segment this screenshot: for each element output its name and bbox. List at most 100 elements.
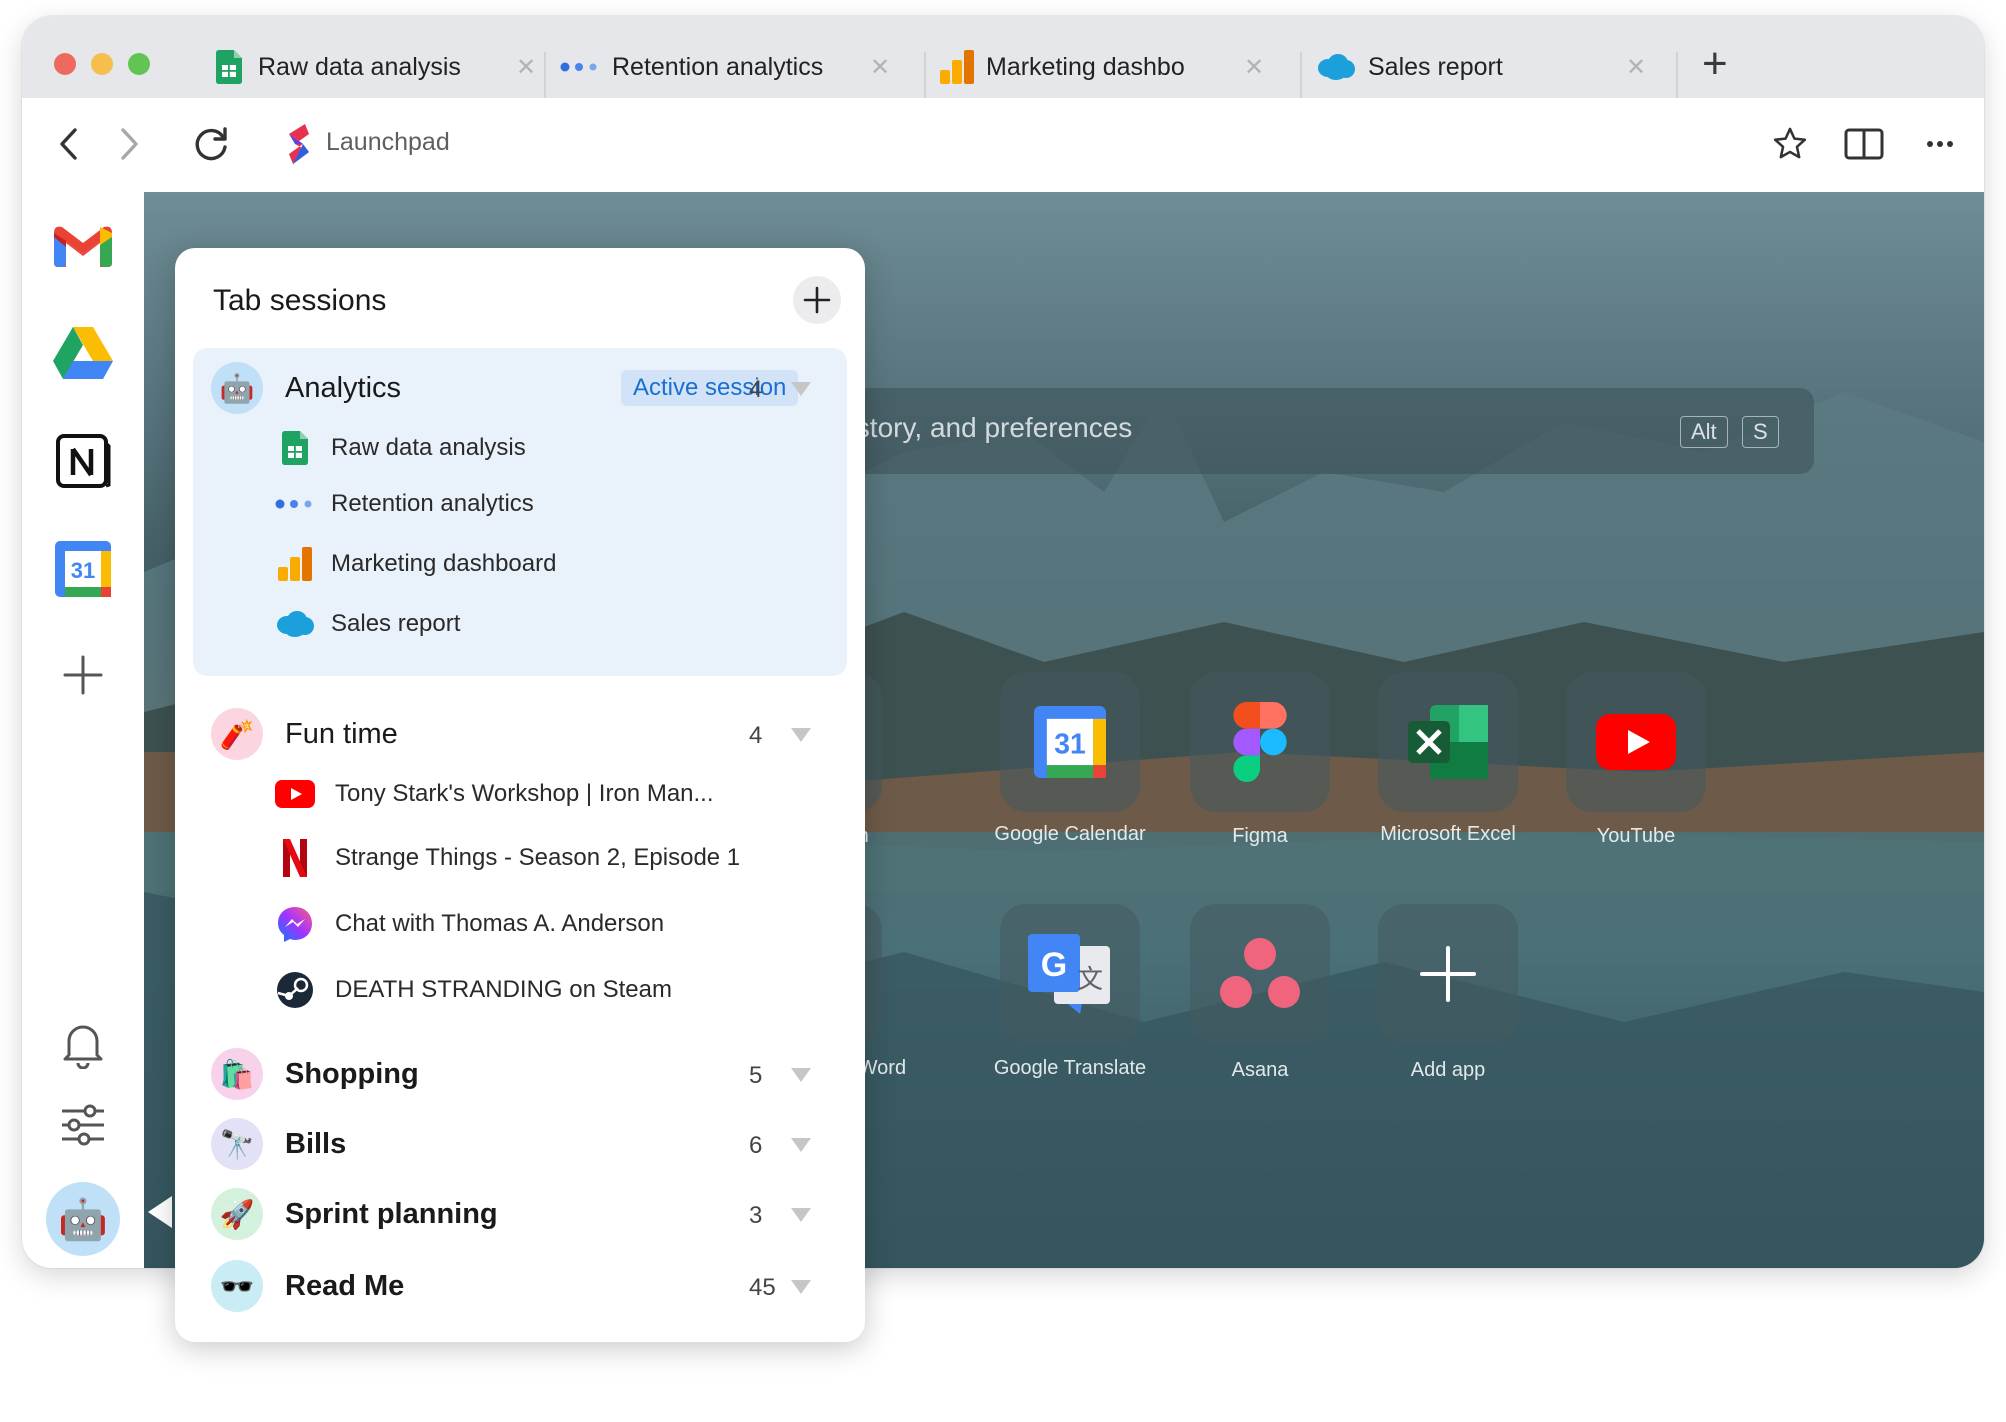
app-tile-asana[interactable]	[1190, 904, 1330, 1044]
chevron-down-icon[interactable]	[791, 728, 811, 742]
close-window-button[interactable]	[54, 53, 76, 75]
session-avatar: 🧨	[211, 708, 263, 760]
sidebar-app-google-calendar[interactable]: 31	[50, 536, 116, 602]
add-app-button[interactable]	[50, 642, 116, 708]
tab-item-label: Sales report	[331, 610, 461, 637]
google-drive-icon	[53, 327, 113, 379]
close-icon[interactable]: ✕	[870, 53, 890, 82]
chevron-down-icon[interactable]	[791, 382, 811, 396]
session-fun-time[interactable]: 🧨 Fun time 4	[211, 708, 831, 762]
chevron-down-icon[interactable]	[791, 1138, 811, 1152]
session-analytics[interactable]: 🤖 Analytics Active session 4	[211, 362, 831, 416]
dots-icon	[560, 50, 600, 84]
sidebar-app-notion[interactable]	[50, 428, 116, 494]
tab-item-label: Chat with Thomas A. Anderson	[335, 910, 665, 937]
minimize-window-button[interactable]	[91, 53, 113, 75]
session-count: 4	[749, 376, 763, 403]
session-tab-item[interactable]: Sales report	[275, 604, 460, 644]
session-shopping[interactable]: 🛍️ Shopping 5	[211, 1048, 831, 1102]
panel-title: Tab sessions	[213, 284, 387, 317]
tab-strip: Raw data analysis ✕ Retention analytics …	[22, 16, 1984, 100]
tab-item-label: Retention analytics	[331, 490, 534, 517]
settings-sliders-icon[interactable]	[50, 1092, 116, 1158]
session-tab-item[interactable]: Raw data analysis	[275, 428, 526, 468]
svg-text:31: 31	[71, 558, 95, 583]
maximize-window-button[interactable]	[128, 53, 150, 75]
tab-sessions-panel: Tab sessions 🤖 Analytics Active session …	[175, 248, 865, 1342]
steam-icon	[275, 970, 315, 1010]
session-tab-item[interactable]: Tony Stark's Workshop | Iron Man...	[275, 774, 714, 814]
chevron-down-icon[interactable]	[791, 1280, 811, 1294]
add-session-button[interactable]	[793, 276, 841, 324]
google-calendar-icon: 31	[1034, 706, 1106, 778]
profile-avatar[interactable]: 🤖	[46, 1182, 120, 1256]
app-tile-add-app[interactable]	[1378, 904, 1518, 1044]
session-tab-item[interactable]: Marketing dashboard	[275, 544, 556, 584]
session-avatar: 🕶️	[211, 1260, 263, 1312]
sidebar-app-gmail[interactable]	[50, 212, 116, 278]
tab-marketing-dashboard[interactable]: Marketing dashbo ✕	[940, 36, 1264, 98]
session-tab-item[interactable]: Chat with Thomas A. Anderson	[275, 904, 664, 944]
session-name: Fun time	[285, 718, 398, 750]
youtube-icon	[275, 774, 315, 814]
sidebar-app-google-drive[interactable]	[50, 320, 116, 386]
more-icon[interactable]	[1918, 122, 1962, 166]
back-icon[interactable]	[48, 124, 88, 164]
chevron-down-icon[interactable]	[791, 1068, 811, 1082]
app-label: Microsoft Excel	[1380, 823, 1516, 845]
app-label: Google Calendar	[994, 823, 1146, 845]
salesforce-icon	[275, 604, 315, 644]
tab-item-label: Raw data analysis	[331, 434, 526, 461]
tab-label: Retention analytics	[612, 52, 824, 81]
reload-icon[interactable]	[188, 122, 234, 168]
app-tile-google-translate[interactable]: G文	[1000, 904, 1140, 1044]
popover-caret	[148, 1196, 172, 1228]
session-name: Read Me	[285, 1270, 405, 1302]
tab-label: Marketing dashbo	[986, 52, 1185, 81]
session-tab-item[interactable]: Retention analytics	[275, 484, 534, 524]
app-tile-microsoft-excel[interactable]	[1378, 672, 1518, 812]
close-icon[interactable]: ✕	[1244, 53, 1264, 82]
session-bills[interactable]: 🔭 Bills 6	[211, 1118, 831, 1172]
messenger-icon	[275, 904, 315, 944]
session-count: 45	[749, 1274, 776, 1301]
tab-retention-analytics[interactable]: Retention analytics ✕	[560, 36, 890, 98]
launchpad-search-bar[interactable]: history, and preferences Alt S	[814, 388, 1814, 474]
svg-text:31: 31	[1054, 728, 1085, 760]
toolbar: Launchpad	[22, 98, 1984, 192]
new-tab-button[interactable]: +	[1702, 40, 1728, 88]
session-tab-item[interactable]: DEATH STRANDING on Steam	[275, 970, 672, 1010]
session-avatar: 🚀	[211, 1188, 263, 1240]
session-tab-item[interactable]: Strange Things - Season 2, Episode 1	[275, 838, 740, 878]
app-tile-youtube[interactable]	[1566, 672, 1706, 812]
tab-sales-report[interactable]: Sales report ✕	[1316, 36, 1646, 98]
analytics-icon	[275, 544, 315, 584]
app-tile-google-calendar[interactable]: 31	[1000, 672, 1140, 812]
session-sprint-planning[interactable]: 🚀 Sprint planning 3	[211, 1188, 831, 1242]
close-icon[interactable]: ✕	[1626, 53, 1646, 82]
session-avatar: 🔭	[211, 1118, 263, 1170]
app-tile-figma[interactable]	[1190, 672, 1330, 812]
forward-icon[interactable]	[110, 124, 150, 164]
tab-divider	[1676, 52, 1678, 100]
shortcut-key-s: S	[1742, 416, 1779, 448]
session-count: 6	[749, 1132, 763, 1159]
tab-label: Raw data analysis	[258, 52, 461, 81]
close-icon[interactable]: ✕	[516, 53, 536, 82]
tab-divider	[924, 52, 926, 100]
notion-icon	[56, 434, 111, 488]
star-icon[interactable]	[1768, 122, 1812, 166]
session-avatar: 🛍️	[211, 1048, 263, 1100]
asana-icon	[1220, 938, 1300, 1008]
session-name: Analytics	[285, 372, 402, 404]
chevron-down-icon[interactable]	[791, 1208, 811, 1222]
gmail-icon	[54, 226, 112, 267]
session-read-me[interactable]: 🕶️ Read Me 45	[211, 1260, 831, 1314]
google-translate-icon: G文	[1028, 934, 1110, 1014]
split-view-icon[interactable]	[1842, 122, 1886, 166]
address-bar-text[interactable]: Launchpad	[326, 128, 450, 157]
youtube-icon	[1596, 714, 1676, 770]
app-label: Google Translate	[993, 1057, 1147, 1079]
tab-raw-data-analysis[interactable]: Raw data analysis ✕	[212, 36, 536, 98]
bell-icon[interactable]	[50, 1012, 116, 1078]
